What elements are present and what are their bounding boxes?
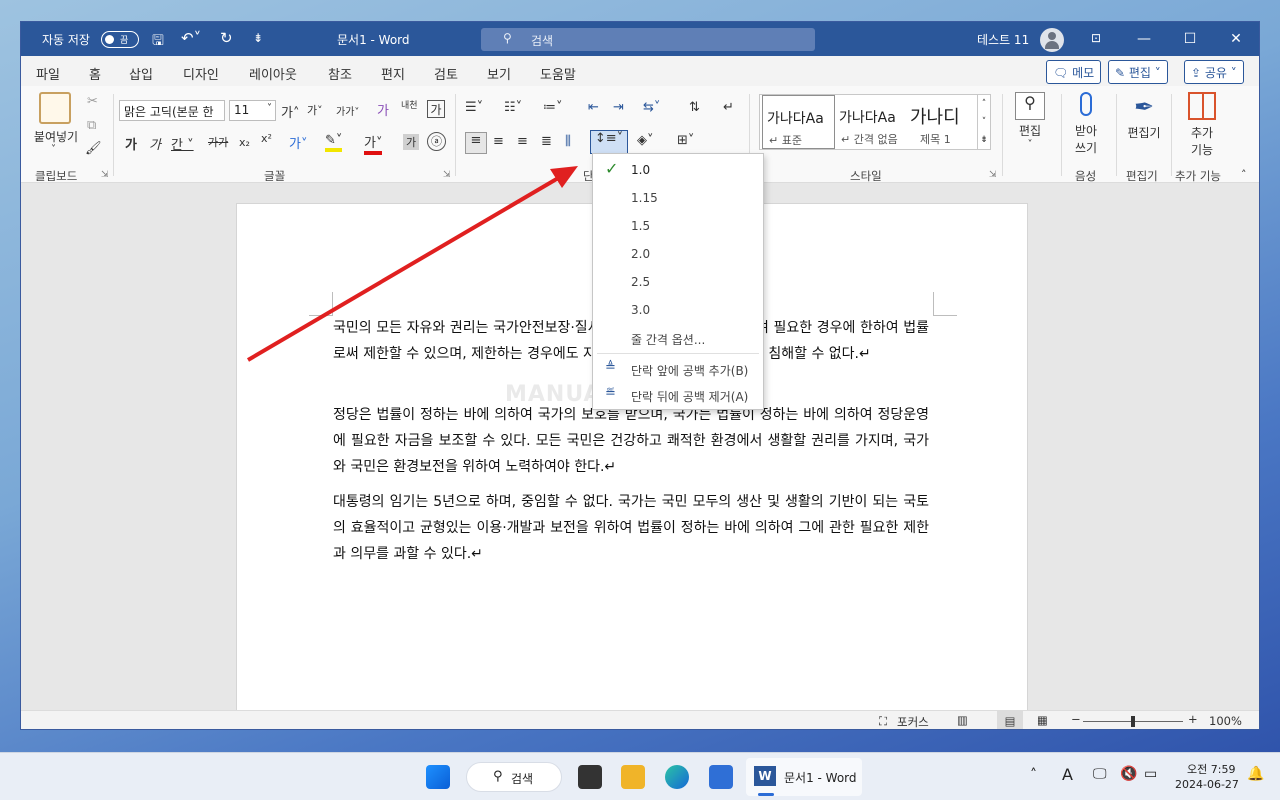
arrow-line: [246, 175, 562, 362]
start-icon[interactable]: [426, 765, 450, 789]
input-method-icon[interactable]: A: [1062, 765, 1073, 784]
word-taskbar-button[interactable]: W 문서1 - Word: [746, 758, 862, 796]
taskbar: ⚲ 검색 W 문서1 - Word ˄ A 🖵 🔇 ▭ 오전 7:59 2024…: [0, 752, 1280, 800]
battery-icon[interactable]: ▭: [1144, 766, 1157, 782]
taskbar-search-icon: ⚲: [493, 769, 503, 784]
taskbar-search[interactable]: ⚲ 검색: [466, 762, 562, 792]
taskbar-search-label: 검색: [511, 772, 534, 786]
clock-time[interactable]: 오전 7:59: [1187, 761, 1235, 777]
word-app-label: 문서1 - Word: [784, 771, 857, 785]
word-app-icon: W: [754, 766, 776, 786]
clock-date[interactable]: 2024-06-27: [1175, 778, 1239, 791]
notification-icon[interactable]: 🔔: [1247, 766, 1264, 782]
network-icon[interactable]: 🖵: [1093, 766, 1107, 782]
file-explorer-icon[interactable]: [621, 765, 645, 789]
task-view-icon[interactable]: [578, 765, 602, 789]
annotation-arrow: [246, 166, 578, 362]
volume-muted-icon[interactable]: 🔇: [1120, 766, 1137, 782]
edge-icon[interactable]: [665, 765, 689, 789]
chevron-up-icon[interactable]: ˄: [1030, 767, 1037, 783]
arrow-head: [550, 166, 578, 188]
active-indicator: [758, 793, 774, 796]
store-icon[interactable]: [709, 765, 733, 789]
